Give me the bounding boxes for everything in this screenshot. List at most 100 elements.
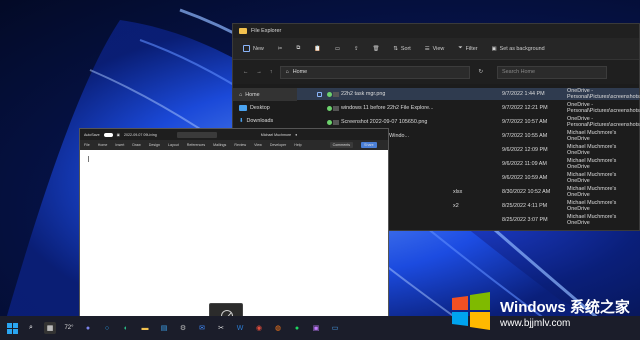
- weather-temperature: 72°: [64, 325, 74, 331]
- sort-label: Sort: [400, 45, 411, 52]
- avatar[interactable]: ●: [295, 133, 297, 137]
- cut-icon[interactable]: ✂: [278, 46, 283, 52]
- file-location: OneDrive - Personal\Pictures\screenshots: [567, 102, 640, 114]
- autosave-toggle[interactable]: [103, 132, 113, 137]
- outlook-icon[interactable]: ✉: [196, 322, 208, 334]
- text-caret: [88, 156, 89, 162]
- search-placeholder: Search Home: [502, 69, 535, 75]
- watermark-brand: Windows 系统之家: [500, 299, 630, 316]
- tab-insert[interactable]: Insert: [115, 143, 124, 147]
- file-location: OneDrive - Personal\Pictures\screenshots: [567, 116, 640, 128]
- file-date: 9/7/2022 1:44 PM: [502, 91, 545, 97]
- file-date: 9/7/2022 12:21 PM: [502, 105, 548, 111]
- table-row[interactable]: Screenshot 2022-09-07 105650.png 9/7/202…: [297, 116, 640, 128]
- tab-mailings[interactable]: Mailings: [213, 143, 226, 147]
- sidebar-item-label: Desktop: [250, 104, 270, 111]
- tab-developer[interactable]: Developer: [270, 143, 286, 147]
- file-date: 8/25/2022 3:07 PM: [502, 217, 548, 223]
- word-window: AutoSave ▣ 2022-09-07 09Living Michael M…: [79, 128, 389, 320]
- tab-references[interactable]: References: [187, 143, 205, 147]
- file-date: 9/6/2022 10:59 AM: [502, 175, 548, 181]
- sync-status-icon: [327, 119, 332, 125]
- navigation-bar: ← → ↑ ⌂ Home ↻ Search Home: [233, 60, 639, 84]
- address-text: Home: [292, 69, 308, 75]
- start-button[interactable]: [6, 322, 18, 334]
- search-input[interactable]: Search Home: [497, 65, 608, 79]
- word-titlebar[interactable]: AutoSave ▣ 2022-09-07 09Living Michael M…: [80, 129, 388, 140]
- teams-icon[interactable]: ●: [82, 322, 94, 334]
- view-button[interactable]: ☰ View: [425, 46, 444, 52]
- comments-button[interactable]: Comments: [329, 142, 354, 148]
- forward-icon[interactable]: →: [256, 69, 261, 75]
- rename-icon[interactable]: ▭: [335, 46, 340, 52]
- app-icon[interactable]: ▣: [310, 322, 322, 334]
- share-button[interactable]: Share: [361, 142, 377, 148]
- windows-logo-icon: [6, 322, 18, 334]
- checkbox-icon[interactable]: [317, 91, 322, 97]
- settings-icon[interactable]: ⚙: [177, 322, 189, 334]
- file-location: Michael Muchmore's OneDrive: [567, 130, 617, 142]
- back-icon[interactable]: ←: [243, 69, 248, 75]
- filter-button[interactable]: ⏷ Filter: [458, 45, 477, 52]
- document-canvas[interactable]: [80, 150, 388, 319]
- file-location: OneDrive - Personal\Pictures\screenshots: [567, 88, 640, 100]
- tab-review[interactable]: Review: [234, 143, 246, 147]
- store-icon[interactable]: ▤: [158, 322, 170, 334]
- snipping-tool-icon[interactable]: ✂: [215, 322, 227, 334]
- delete-icon[interactable]: 🗑: [373, 46, 380, 52]
- filter-label: Filter: [465, 45, 478, 52]
- sync-status-icon: [327, 105, 332, 111]
- file-location: Michael Muchmore's OneDrive: [567, 172, 617, 184]
- tab-design[interactable]: Design: [149, 143, 160, 147]
- new-label: New: [253, 45, 264, 52]
- autosave-label: AutoSave: [84, 132, 100, 137]
- table-row[interactable]: windows 11 before 22h2 File Explore... 9…: [297, 102, 640, 114]
- tab-layout[interactable]: Layout: [168, 143, 179, 147]
- word-search-input[interactable]: [176, 131, 217, 138]
- set-background-label: Set as background: [499, 45, 545, 52]
- file-date: 9/7/2022 10:57 AM: [502, 119, 548, 125]
- chrome-icon[interactable]: ◉: [253, 322, 265, 334]
- sort-button[interactable]: ⇅ Sort: [393, 46, 410, 52]
- table-row[interactable]: 22h2 task mgr.png 9/7/2022 1:44 PM OneDr…: [297, 88, 640, 100]
- paste-icon[interactable]: 📋: [314, 46, 321, 52]
- widgets-button[interactable]: 72°: [63, 322, 75, 334]
- file-date: 8/30/2022 10:52 AM: [502, 189, 551, 195]
- tab-draw[interactable]: Draw: [132, 143, 140, 147]
- new-icon: [243, 45, 250, 52]
- edge-icon[interactable]: ◐: [120, 322, 132, 334]
- tab-file[interactable]: File: [84, 143, 90, 147]
- new-button[interactable]: New: [243, 45, 264, 52]
- task-view-icon[interactable]: ▦: [44, 322, 56, 334]
- file-explorer-icon[interactable]: ▬: [139, 322, 151, 334]
- watermark: Windows 系统之家 www.bjjmlv.com: [448, 284, 638, 338]
- image-file-icon: [333, 91, 339, 97]
- up-icon[interactable]: ↑: [270, 69, 273, 75]
- search-icon[interactable]: ⌕: [25, 322, 37, 334]
- firefox-icon[interactable]: ◍: [272, 322, 284, 334]
- tab-home[interactable]: Home: [98, 143, 108, 147]
- refresh-icon[interactable]: ↻: [478, 69, 483, 75]
- image-file-icon: [333, 105, 339, 111]
- set-background-button[interactable]: ▣ Set as background: [492, 46, 545, 52]
- save-icon[interactable]: ▣: [117, 133, 120, 137]
- tab-help[interactable]: Help: [294, 143, 301, 147]
- photos-icon[interactable]: ▭: [329, 322, 341, 334]
- watermark-url: www.bjjmlv.com: [500, 318, 571, 329]
- sync-status-icon: [327, 91, 332, 97]
- address-bar[interactable]: ⌂ Home: [280, 65, 471, 79]
- tab-view[interactable]: View: [254, 143, 262, 147]
- sidebar-item-home[interactable]: ⌂ Home: [233, 88, 297, 101]
- file-explorer-titlebar[interactable]: File Explorer: [233, 24, 639, 38]
- sidebar-item-desktop[interactable]: Desktop: [233, 101, 297, 114]
- word-icon[interactable]: W: [234, 322, 246, 334]
- file-location: Michael Muchmore's OneDrive: [567, 158, 617, 170]
- sidebar-item-label: Home: [245, 91, 260, 98]
- copy-icon[interactable]: ⧉: [296, 45, 300, 52]
- file-name: Screenshot 2022-09-07 105650.png: [341, 119, 428, 125]
- sidebar-item-downloads[interactable]: ⬇ Downloads: [233, 114, 297, 127]
- share-icon[interactable]: ⇪: [354, 46, 359, 52]
- cortana-icon[interactable]: ○: [101, 322, 113, 334]
- image-file-icon: [333, 119, 339, 125]
- spotify-icon[interactable]: ●: [291, 322, 303, 334]
